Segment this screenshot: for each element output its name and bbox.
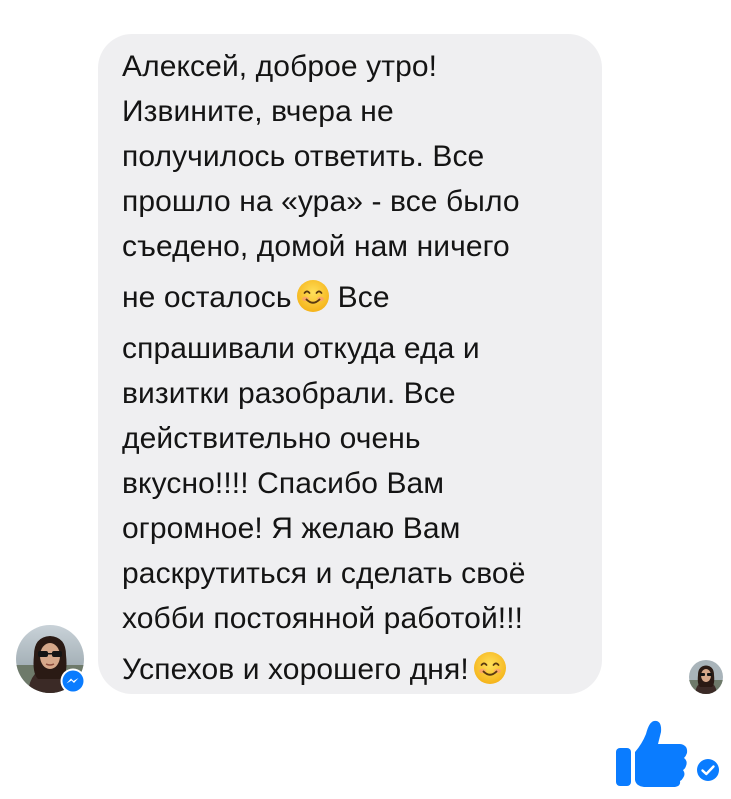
message-line-3: получилось ответить. Все (122, 140, 485, 173)
message-line-6: не осталось Все (122, 269, 578, 326)
message-line-12: раскрутиться и сделать своё (122, 557, 526, 590)
message-line-6-text-b: Все (337, 281, 390, 314)
message-line-14-text: Успехов и хорошего дня! (122, 653, 469, 686)
message-line-1: Алексей, доброе утро! (122, 50, 438, 83)
thumbs-up-icon[interactable] (614, 718, 690, 788)
message-line-14: Успехов и хорошего дня! (122, 641, 578, 698)
message-line-11: огромное! Я желаю Вам (122, 512, 461, 545)
smiling-face-icon (473, 652, 506, 684)
message-line-6-text: не осталось (122, 281, 292, 314)
message-line-7: спрашивали откуда еда и (122, 332, 480, 365)
delivered-check-icon (697, 759, 719, 781)
message-line-4: прошло на «ура» - все было (122, 185, 520, 218)
message-line-2: Извините, вчера не (122, 95, 394, 128)
message-line-5: съедено, домой нам ничего (122, 230, 510, 263)
message-bubble[interactable]: Алексей, доброе утро! Извините, вчера не… (98, 34, 602, 694)
message-line-8: визитки разобрали. Все (122, 377, 456, 410)
messenger-icon (60, 668, 86, 694)
message-line-10: вкусно!!!! Спасибо Вам (122, 467, 445, 500)
message-line-9: действительно очень (122, 422, 421, 455)
seen-avatar (689, 660, 723, 694)
message-line-13: хобби постоянной работой!!! (122, 602, 524, 635)
smiling-face-icon (296, 280, 329, 312)
